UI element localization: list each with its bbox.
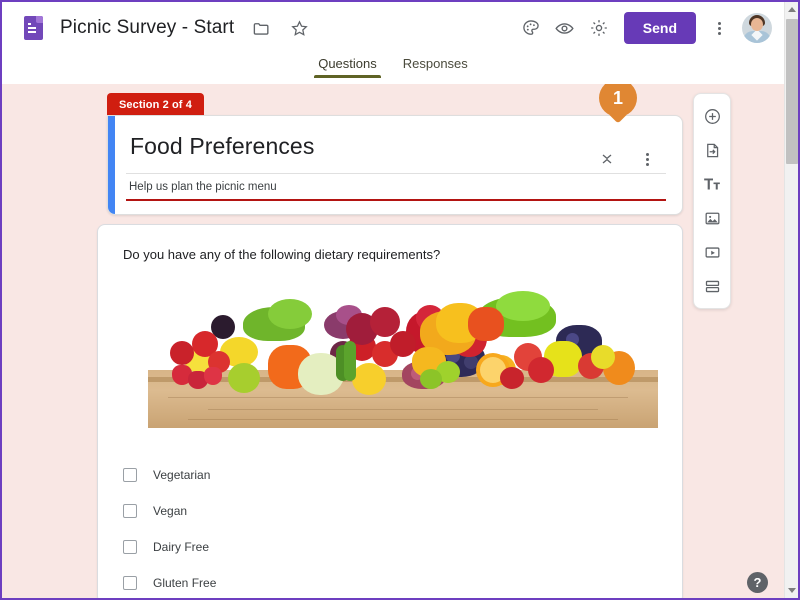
section-more-vert-icon[interactable]: [634, 146, 660, 172]
app-bar-actions: Send: [514, 2, 784, 54]
google-forms-icon: [24, 16, 43, 40]
add-section-button[interactable]: [699, 273, 725, 299]
annotation-number: 1: [612, 87, 623, 108]
list-item[interactable]: Vegan: [123, 501, 187, 521]
checkbox-gluten-free[interactable]: [123, 576, 137, 590]
list-item[interactable]: Vegetarian: [123, 465, 210, 485]
star-icon[interactable]: [282, 11, 316, 45]
list-item[interactable]: Dairy Free: [123, 537, 209, 557]
send-button[interactable]: Send: [623, 12, 696, 44]
account-avatar[interactable]: [742, 13, 772, 43]
focused-field-underline: [126, 199, 666, 201]
section-description[interactable]: Help us plan the picnic menu: [129, 181, 277, 193]
document-title[interactable]: Picnic Survey - Start: [60, 17, 234, 39]
folder-move-icon[interactable]: [244, 11, 278, 45]
section-accent-bar: [108, 116, 115, 214]
section-title[interactable]: Food Preferences: [130, 133, 314, 160]
list-item[interactable]: Gluten Free: [123, 573, 216, 593]
annotation-marker-1: 1: [599, 84, 637, 129]
gear-settings-icon[interactable]: [582, 11, 616, 45]
add-title-button[interactable]: [699, 171, 725, 197]
fruits-and-vegetables-image[interactable]: [148, 283, 658, 428]
help-button[interactable]: ?: [747, 572, 768, 593]
checkbox-vegan[interactable]: [123, 504, 137, 518]
question-card[interactable]: Do you have any of the following dietary…: [97, 224, 683, 598]
vertical-scrollbar[interactable]: [784, 2, 798, 598]
checkbox-dairy-free[interactable]: [123, 540, 137, 554]
scrollbar-thumb[interactable]: [786, 19, 798, 164]
option-label: Vegan: [153, 504, 188, 518]
add-image-button[interactable]: [699, 205, 725, 231]
tab-responses[interactable]: Responses: [399, 54, 472, 78]
import-questions-button[interactable]: [699, 137, 725, 163]
question-title[interactable]: Do you have any of the following dietary…: [123, 247, 440, 262]
add-item-toolbar: [693, 93, 731, 309]
section-header-card[interactable]: Food Preferences Help us plan the picnic…: [107, 115, 683, 215]
divider: [126, 173, 666, 174]
tab-questions[interactable]: Questions: [314, 54, 381, 78]
option-label: Vegetarian: [153, 468, 211, 482]
tab-bar: Questions Responses: [2, 54, 784, 84]
eye-preview-icon[interactable]: [548, 11, 582, 45]
form-canvas: Section 2 of 4 Food Preferences Help us …: [2, 84, 784, 598]
option-label: Gluten Free: [153, 576, 217, 590]
more-vert-icon[interactable]: [702, 11, 736, 45]
add-video-button[interactable]: [699, 239, 725, 265]
scroll-down-arrow-icon[interactable]: [785, 583, 798, 598]
option-label: Dairy Free: [153, 540, 210, 554]
palette-icon[interactable]: [514, 11, 548, 45]
collapse-chevrons-icon[interactable]: [594, 146, 620, 172]
app-bar: Picnic Survey - Start Send: [2, 2, 784, 54]
checkbox-vegetarian[interactable]: [123, 468, 137, 482]
add-question-button[interactable]: [699, 103, 725, 129]
browser-window: Picnic Survey - Start Send Questions Res…: [0, 0, 800, 600]
scroll-up-arrow-icon[interactable]: [785, 2, 798, 17]
